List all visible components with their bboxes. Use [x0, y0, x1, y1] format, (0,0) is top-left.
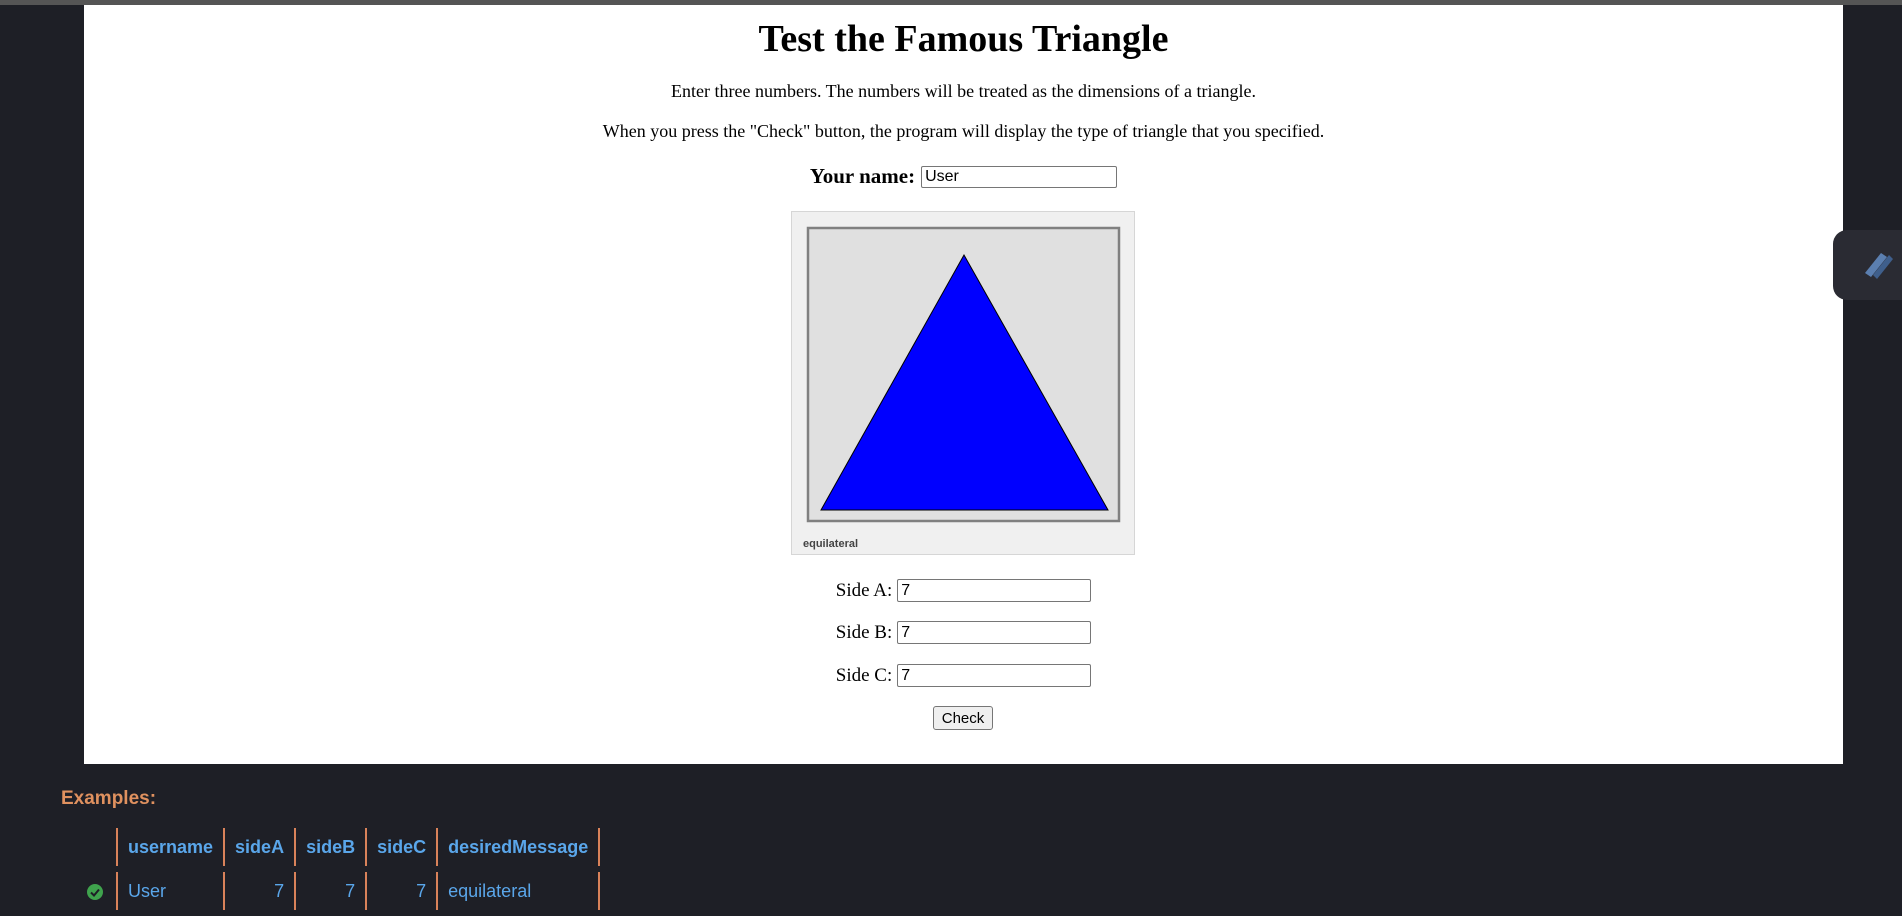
app-frame: Test the Famous Triangle Enter three num…	[84, 5, 1843, 764]
side-b-label: Side B:	[835, 621, 893, 643]
examples-header-row: username sideA sideB sideC desiredMessag…	[115, 828, 601, 866]
column-header-sideb: sideB	[294, 828, 368, 866]
cell-desired-message: equilateral	[436, 872, 601, 910]
name-row: Your name:	[84, 164, 1843, 189]
table-row: User 7 7 7 equilateral	[115, 872, 601, 910]
column-header-sidea: sideA	[223, 828, 297, 866]
column-header-username: username	[115, 828, 226, 866]
side-c-row: Side C:	[84, 664, 1843, 687]
side-b-input[interactable]	[897, 621, 1092, 644]
intro-text: Enter three numbers. The numbers will be…	[671, 81, 1256, 101]
column-header-desired-message: desiredMessage	[436, 828, 601, 866]
instructions-text: When you press the "Check" button, the p…	[602, 121, 1325, 141]
side-a-row: Side A:	[84, 579, 1843, 602]
triangle-canvas: equilateral	[791, 211, 1135, 555]
examples-table: username sideA sideB sideC desiredMessag…	[115, 828, 601, 910]
side-a-label: Side A:	[835, 579, 893, 601]
name-input[interactable]	[921, 165, 1118, 188]
cell-sideb: 7	[294, 872, 368, 910]
page-title: Test the Famous Triangle	[758, 18, 1169, 60]
floating-tab[interactable]	[1833, 230, 1902, 300]
pencil-icon	[1865, 253, 1893, 279]
side-b-row: Side B:	[84, 621, 1843, 644]
cell-sidea: 7	[223, 872, 297, 910]
side-c-label: Side C:	[835, 664, 893, 686]
check-button[interactable]: Check	[933, 706, 993, 730]
cell-sidec: 7	[365, 872, 439, 910]
triangle-drawing	[806, 226, 1121, 523]
triangle-type-label: equilateral	[803, 538, 859, 550]
column-header-sidec: sideC	[365, 828, 439, 866]
name-label: Your name:	[809, 164, 916, 188]
side-c-input[interactable]	[897, 664, 1092, 687]
side-a-input[interactable]	[897, 579, 1092, 602]
cell-username: User	[115, 872, 226, 910]
check-circle-icon	[87, 884, 103, 900]
examples-heading: Examples:	[61, 788, 157, 809]
